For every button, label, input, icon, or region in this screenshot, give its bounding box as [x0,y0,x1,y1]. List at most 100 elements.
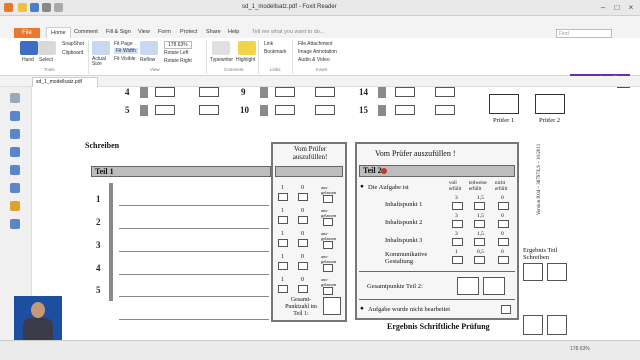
signature-icon[interactable] [10,219,20,229]
open-icon[interactable] [18,3,27,12]
teil2-score-checkbox[interactable] [474,220,485,228]
file-attachment-button[interactable]: File Attachment [298,41,332,47]
tab-help[interactable]: Help [228,29,239,35]
reflow-icon[interactable] [140,41,158,55]
teil2-score-checkbox[interactable] [474,238,485,246]
audio-video-button[interactable]: Audio & Video [298,57,330,63]
score-checkbox[interactable] [278,216,288,224]
teil2-score-checkbox[interactable] [498,238,509,246]
fit-width-button[interactable]: Fit Width [114,48,138,54]
select-tool-label[interactable]: Select [39,57,53,63]
rotate-right-button[interactable]: Rotate Right [164,58,192,64]
score-checkbox[interactable] [298,193,308,201]
hand-tool-label[interactable]: Hand [22,57,34,63]
gesamt2-box[interactable] [457,277,479,295]
undo-icon[interactable] [54,3,63,12]
teil2-score-checkbox[interactable] [452,256,463,264]
hand-icon[interactable] [10,93,20,103]
print-icon[interactable] [42,3,51,12]
tell-me-input[interactable]: Tell me what you want to do... [252,29,324,35]
score-checkbox[interactable] [278,262,288,270]
score-checkbox[interactable] [323,287,333,295]
bookmark-icon[interactable] [10,111,20,121]
score-checkbox[interactable] [298,216,308,224]
bookmark-button[interactable]: Bookmark [264,49,287,55]
tab-form[interactable]: Form [158,29,171,35]
highlight-label[interactable]: Highlight [236,57,255,63]
teil2-score-checkbox[interactable] [498,202,509,210]
score-checkbox[interactable] [323,195,333,203]
ergebnis-teil-box[interactable] [523,263,543,281]
comments-icon[interactable] [10,165,20,175]
ergebnis-final-box[interactable] [523,315,543,335]
pages-icon[interactable] [10,129,20,139]
answer-box[interactable] [315,87,335,97]
answer-box[interactable] [275,105,295,115]
teil2-score-checkbox[interactable] [452,238,463,246]
attachments-icon[interactable] [10,183,20,193]
score-checkbox[interactable] [323,241,333,249]
tab-share[interactable]: Share [206,29,221,35]
teil2-score-checkbox[interactable] [474,256,485,264]
teil2-score-checkbox[interactable] [498,220,509,228]
select-tool-icon[interactable] [38,41,56,55]
fit-page-button[interactable]: Fit Page [114,41,133,47]
score-checkbox[interactable] [278,285,288,293]
security-icon[interactable] [10,201,20,211]
snapshot-button[interactable]: SnapShot [62,41,84,47]
answer-box[interactable] [275,87,295,97]
nicht-bearbeitet-checkbox[interactable] [501,305,511,314]
typewriter-icon[interactable] [212,41,230,55]
actual-size-label[interactable]: Actual Size [92,57,112,67]
tab-view[interactable]: View [138,29,150,35]
zoom-field[interactable]: 178.63% [164,41,192,49]
typewriter-label[interactable]: Typewriter [210,57,233,63]
score-checkbox[interactable] [298,239,308,247]
answer-box[interactable] [315,105,335,115]
gesamt-box[interactable] [323,297,341,315]
tab-file[interactable]: File [14,28,40,38]
gesamt2-box[interactable] [483,277,505,295]
answer-box[interactable] [199,105,219,115]
tab-fill-sign[interactable]: Fill & Sign [106,29,131,35]
pruefer1-box[interactable] [489,94,519,114]
score-checkbox[interactable] [278,193,288,201]
reflow-label[interactable]: Reflow [140,57,155,63]
clipboard-button[interactable]: Clipboard [62,50,83,56]
tab-home[interactable]: Home [46,27,71,38]
teil2-score-checkbox[interactable] [474,202,485,210]
score-checkbox[interactable] [323,218,333,226]
save-icon[interactable] [30,3,39,12]
rotate-left-button[interactable]: Rotate Left [164,50,188,56]
highlight-icon[interactable] [238,41,256,55]
tab-comment[interactable]: Comment [74,29,98,35]
tab-protect[interactable]: Protect [180,29,197,35]
score-checkbox[interactable] [323,264,333,272]
answer-box[interactable] [155,87,175,97]
answer-box[interactable] [395,87,415,97]
score-checkbox[interactable] [298,262,308,270]
score-checkbox[interactable] [298,285,308,293]
minimize-button[interactable]: – [596,2,610,13]
answer-box[interactable] [435,87,455,97]
link-button[interactable]: Link [264,41,273,47]
maximize-button[interactable]: □ [610,2,624,13]
teil2-score-checkbox[interactable] [452,220,463,228]
score-checkbox[interactable] [278,239,288,247]
ergebnis-teil-box[interactable] [547,263,567,281]
actual-size-icon[interactable] [92,41,110,55]
answer-box[interactable] [199,87,219,97]
fit-visible-button[interactable]: Fit Visible [114,56,136,62]
teil2-score-checkbox[interactable] [452,202,463,210]
answer-box[interactable] [155,105,175,115]
document-tab[interactable]: sd_1_modellsatz.pdf [32,77,98,87]
find-input[interactable]: Find [556,29,612,38]
hand-tool-icon[interactable] [20,41,38,55]
answer-box[interactable] [395,105,415,115]
answer-box[interactable] [435,105,455,115]
teil2-score-checkbox[interactable] [498,256,509,264]
close-button[interactable]: × [624,2,638,13]
image-annotation-button[interactable]: Image Annotation [298,49,337,55]
zoom-status[interactable]: 178.63% [570,346,590,352]
ergebnis-final-box[interactable] [547,315,567,335]
